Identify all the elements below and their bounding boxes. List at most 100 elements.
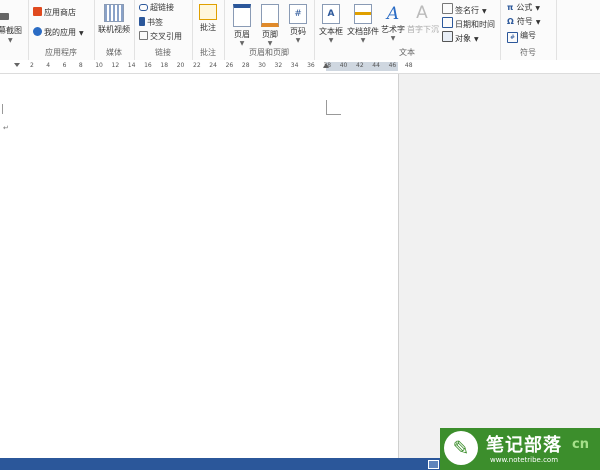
- pi-icon: π: [507, 3, 514, 12]
- wordart-button[interactable]: A 艺术字 ▼: [380, 4, 406, 42]
- drop-cap-icon: A: [416, 3, 428, 23]
- chevron-down-icon[interactable]: ▼: [8, 37, 13, 44]
- header-icon: [233, 4, 251, 27]
- online-video-label: 联机视频: [98, 25, 130, 34]
- camera-icon: [0, 13, 9, 20]
- numbering-button[interactable]: # 编号: [507, 31, 536, 43]
- watermark-suffix: cn: [572, 437, 589, 452]
- signature-icon: [442, 3, 453, 14]
- group-label-links: 链接: [155, 48, 171, 57]
- symbol-label: 符号: [516, 17, 533, 26]
- chevron-down-icon[interactable]: ▼: [380, 35, 406, 42]
- horizontal-ruler[interactable]: 2 4 6 8 10 12 14 16 18 20 22 24 26 28 30 32 34 36 38 40 42 44…: [0, 60, 600, 74]
- chevron-down-icon[interactable]: ▼: [347, 37, 379, 44]
- bookmark-label: 书签: [147, 18, 163, 27]
- ruler-tick-label: 6: [62, 62, 67, 69]
- ruler-tick-label: 8: [78, 62, 83, 69]
- my-apps-button[interactable]: 我的应用 ▼: [33, 27, 84, 39]
- group-media: 联机视频 媒体: [94, 0, 135, 60]
- chevron-down-icon[interactable]: ▼: [536, 19, 541, 26]
- equation-button[interactable]: π 公式 ▼: [507, 3, 540, 14]
- wordart-icon: A: [386, 4, 400, 24]
- app-store-label: 应用商店: [44, 8, 76, 17]
- object-icon: [442, 31, 453, 42]
- drop-cap-label: 首字下沉: [407, 25, 439, 34]
- page-number-label: 页码: [290, 27, 306, 36]
- header-button[interactable]: 页眉 ▼: [229, 4, 255, 47]
- ruler-tick-label: 42: [356, 62, 364, 69]
- margin-corner-mark: [326, 100, 341, 115]
- pencil-icon: ✎: [444, 431, 478, 465]
- quick-parts-icon: [354, 4, 372, 24]
- ruler-tick-label: 34: [290, 62, 299, 69]
- chevron-down-icon[interactable]: ▼: [535, 5, 540, 12]
- paragraph-mark: ↵: [3, 124, 9, 132]
- chevron-down-icon[interactable]: ▼: [229, 40, 255, 47]
- chevron-down-icon[interactable]: ▼: [317, 37, 345, 44]
- ruler-tick-label: 30: [258, 62, 266, 69]
- ruler-tick-label: 38: [323, 62, 332, 69]
- symbol-button[interactable]: Ω 符号 ▼: [507, 17, 540, 28]
- numbering-label: 编号: [520, 31, 536, 40]
- textbox-icon: A: [322, 4, 340, 24]
- ruler-tick-label: 46: [388, 62, 397, 69]
- read-mode-icon[interactable]: [428, 460, 439, 469]
- online-video-button[interactable]: 联机视频: [96, 4, 132, 35]
- tab-stop-marker[interactable]: [14, 63, 20, 67]
- bookmark-button[interactable]: 书签: [139, 17, 163, 28]
- hyperlink-icon: [139, 4, 148, 11]
- store-icon: [33, 7, 42, 16]
- chevron-down-icon[interactable]: ▼: [257, 40, 283, 47]
- app-store-button[interactable]: 应用商店: [33, 7, 76, 18]
- chevron-down-icon[interactable]: ▼: [79, 30, 84, 37]
- signature-line-button[interactable]: 签名行 ▼: [442, 3, 487, 17]
- ruler-tick-label: 12: [111, 62, 120, 69]
- date-time-label: 日期和时间: [455, 20, 495, 29]
- hyperlink-label: 超链接: [150, 3, 174, 12]
- my-apps-icon: [33, 27, 42, 36]
- ruler-tick-label: 48: [404, 62, 413, 69]
- group-apps: 应用商店 我的应用 ▼ 应用程序: [28, 0, 95, 60]
- signature-label: 签名行: [455, 6, 479, 15]
- ruler-tick-label: 14: [127, 62, 136, 69]
- group-screenshot: 幕截图 ▼: [0, 0, 29, 60]
- footer-button[interactable]: 页脚 ▼: [257, 4, 283, 47]
- screenshot-button[interactable]: [0, 12, 11, 22]
- new-comment-label: 批注: [200, 23, 216, 32]
- page-number-button[interactable]: # 页码 ▼: [285, 4, 311, 44]
- document-page[interactable]: ↵: [0, 74, 398, 458]
- chevron-down-icon[interactable]: ▼: [482, 8, 487, 15]
- group-label-media: 媒体: [106, 48, 122, 57]
- object-button[interactable]: 对象 ▼: [442, 31, 479, 45]
- ruler-tick-label: 20: [176, 62, 185, 69]
- chevron-down-icon[interactable]: ▼: [285, 37, 311, 44]
- footer-label: 页脚: [262, 30, 278, 39]
- group-links: 超链接 书签 交叉引用 链接: [134, 0, 193, 60]
- calendar-icon: [442, 17, 453, 28]
- group-text: A 文本框 ▼ 文档部件 ▼ A 艺术字 ▼ A 首字下沉 签名行 ▼ 日期和时间…: [314, 0, 501, 60]
- ruler-tick-label: 4: [46, 62, 51, 69]
- hyperlink-button[interactable]: 超链接: [139, 3, 174, 13]
- ruler-tick-label: 28: [241, 62, 250, 69]
- group-label-text: 文本: [399, 48, 415, 57]
- ruler-tick-label: 32: [274, 62, 283, 69]
- screenshot-label[interactable]: 幕截图: [0, 26, 22, 36]
- watermark-logo: ✎ 笔记部落 cn www.notetribe.com: [440, 428, 600, 470]
- quick-parts-button[interactable]: 文档部件 ▼: [347, 4, 379, 44]
- cross-reference-button[interactable]: 交叉引用: [139, 31, 182, 42]
- ruler-tick-label: 26: [225, 62, 234, 69]
- group-symbols: π 公式 ▼ Ω 符号 ▼ # 编号 符号: [500, 0, 557, 60]
- quick-parts-label: 文档部件: [347, 27, 379, 36]
- cursor-marker: [2, 104, 5, 114]
- drop-cap-button[interactable]: A 首字下沉: [407, 2, 439, 35]
- textbox-label: 文本框: [319, 27, 343, 36]
- my-apps-label: 我的应用: [44, 28, 76, 37]
- date-time-button[interactable]: 日期和时间: [442, 17, 495, 30]
- new-comment-button[interactable]: 批注: [193, 4, 223, 33]
- textbox-button[interactable]: A 文本框 ▼: [317, 4, 345, 44]
- wordart-label: 艺术字: [381, 25, 405, 34]
- chevron-down-icon[interactable]: ▼: [474, 36, 479, 43]
- header-label: 页眉: [234, 30, 250, 39]
- group-label-comments: 批注: [200, 48, 216, 57]
- ruler-tick-label: 44: [372, 62, 380, 69]
